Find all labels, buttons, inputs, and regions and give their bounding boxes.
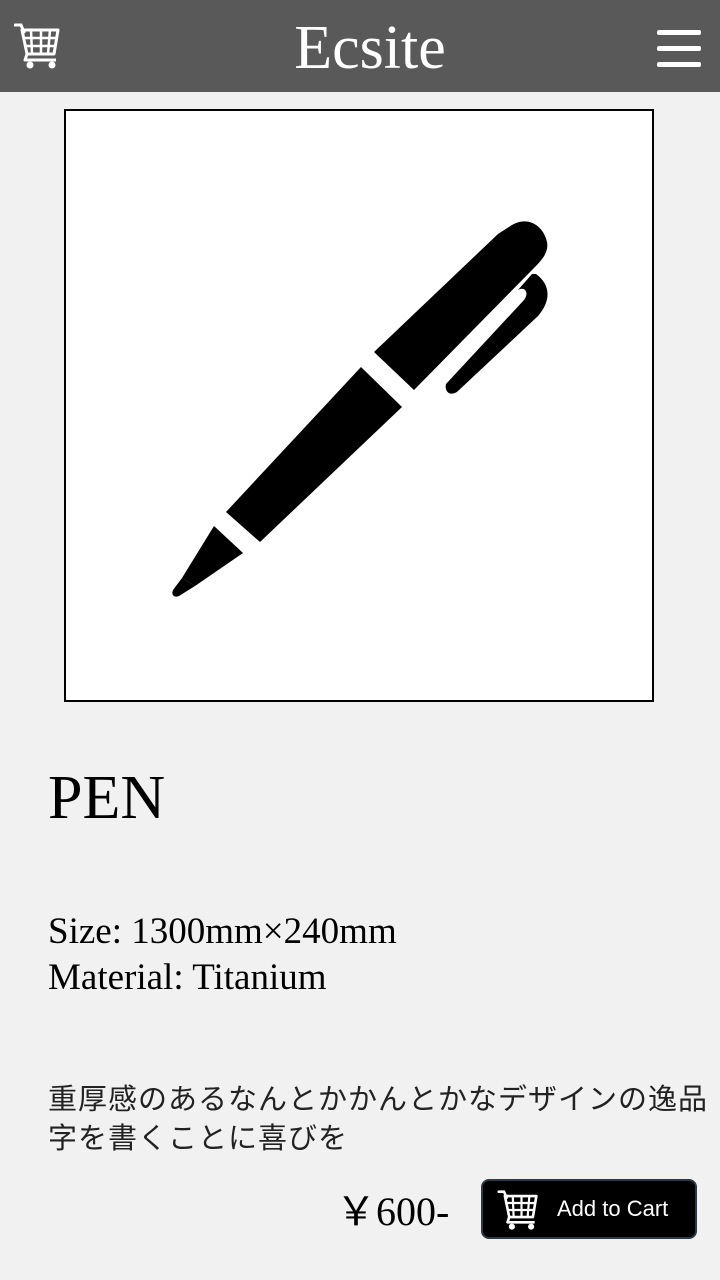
product-name: PEN	[48, 764, 166, 832]
shopping-cart-icon	[497, 1190, 538, 1230]
pen-icon	[172, 221, 548, 597]
product-price: ￥600-	[336, 1189, 450, 1234]
add-to-cart-label: Add to Cart	[557, 1196, 669, 1221]
product-description: 重厚感のあるなんとかかんとかなデザインの逸品字を書くことに喜びを	[48, 1082, 709, 1155]
add-to-cart-button[interactable]: Add to Cart	[481, 1179, 697, 1239]
product-material: Material: Titanium	[48, 957, 327, 998]
app-header: Ecsite	[0, 0, 720, 92]
hamburger-menu-icon[interactable]	[657, 30, 701, 68]
product-size: Size: 1300mm×240mm	[48, 911, 397, 952]
product-image	[64, 109, 654, 702]
site-title[interactable]: Ecsite	[0, 12, 720, 84]
